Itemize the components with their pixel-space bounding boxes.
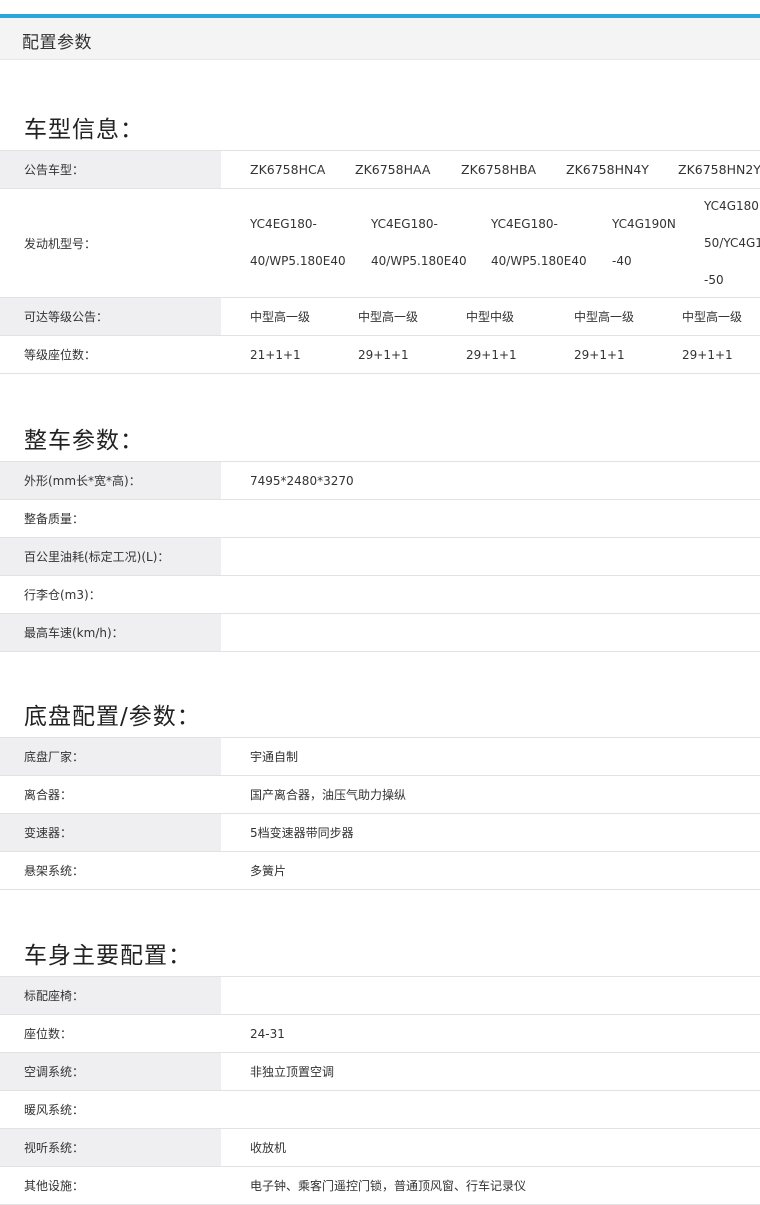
- spec-value: 多簧片: [250, 864, 287, 878]
- spec-row-grade-seats: 等级座位数： 21+1+1 29+1+1 29+1+1 29+1+1 29+1+…: [0, 336, 760, 374]
- spec-label: 外形(mm长*宽*高)：: [0, 462, 221, 499]
- spec-value: [250, 977, 760, 1014]
- spec-row: 底盘厂家： 宇通自制: [0, 738, 760, 776]
- spec-cell-line: YC4EG180-: [371, 217, 438, 231]
- spec-row: 其他设施： 电子钟、乘客门遥控门锁，普通顶风窗、行车记录仪: [0, 1167, 760, 1205]
- spec-value: [250, 576, 760, 613]
- spec-cell-line: 40/WP5.180E40: [371, 254, 467, 268]
- spec-label: 百公里油耗(标定工况)(L)：: [0, 538, 221, 575]
- spec-row-grade-announcement: 可达等级公告： 中型高一级 中型高一级 中型中级 中型高一级 中型高一级: [0, 298, 760, 336]
- spec-row-announced-model: 公告车型： ZK6758HCA ZK6758HAA ZK6758HBA ZK67…: [0, 151, 760, 189]
- spec-cell-line: 40/WP5.180E40: [250, 254, 346, 268]
- spec-row: 视听系统： 收放机: [0, 1129, 760, 1167]
- spec-cell-line: YC4G190N: [612, 217, 676, 231]
- spec-row: 空调系统： 非独立顶置空调: [0, 1053, 760, 1091]
- spec-label: 底盘厂家：: [0, 738, 221, 775]
- spec-label: 变速器：: [0, 814, 221, 851]
- spec-label: 可达等级公告：: [0, 298, 221, 335]
- spec-cell: ZK6758HCA: [250, 162, 326, 177]
- spec-label: 整备质量：: [24, 512, 85, 526]
- spec-label: 标配座椅：: [0, 977, 221, 1014]
- spec-label: 座位数：: [24, 1027, 73, 1041]
- spec-row: 座位数： 24-31: [0, 1015, 760, 1053]
- vehicle-params-table: 外形(mm长*宽*高)： 7495*2480*3270 整备质量： 百公里油耗(…: [0, 461, 760, 652]
- spec-label: 其他设施：: [24, 1179, 85, 1193]
- spec-label: 公告车型：: [0, 151, 221, 188]
- section-title-chassis: 底盘配置/参数：: [24, 704, 201, 730]
- spec-value: 宇通自制: [250, 750, 299, 764]
- chassis-table: 底盘厂家： 宇通自制 离合器： 国产离合器，油压气助力操纵 变速器： 5档变速器…: [0, 737, 760, 890]
- spec-cell-line: 50/YC4G1: [704, 235, 760, 250]
- spec-cell: 21+1+1: [250, 347, 301, 362]
- spec-value: 收放机: [250, 1141, 287, 1155]
- spec-cell: YC4G190N -40: [612, 189, 676, 297]
- spec-value: [250, 500, 760, 537]
- spec-label: 离合器：: [24, 788, 73, 802]
- spec-value: 24-31: [250, 1026, 285, 1041]
- spec-cell: 中型高一级: [250, 310, 311, 324]
- spec-cell-line: -50: [704, 272, 724, 287]
- spec-cell: 中型高一级: [358, 310, 419, 324]
- spec-cell: ZK6758HN4Y: [566, 162, 649, 177]
- spec-value: 5档变速器带同步器: [250, 826, 354, 840]
- spec-value: 非独立顶置空调: [250, 1065, 335, 1079]
- body-config-table: 标配座椅： 座位数： 24-31 空调系统： 非独立顶置空调 暖风系统： 视听系…: [0, 976, 760, 1205]
- spec-value: 电子钟、乘客门遥控门锁，普通顶风窗、行车记录仪: [250, 1179, 527, 1193]
- spec-cell: 29+1+1: [466, 347, 517, 362]
- spec-label: 行李仓(m3)：: [24, 588, 101, 602]
- spec-row: 行李仓(m3)：: [0, 576, 760, 614]
- spec-label: 空调系统：: [0, 1053, 221, 1090]
- spec-row: 悬架系统： 多簧片: [0, 852, 760, 890]
- spec-row: 百公里油耗(标定工况)(L)：: [0, 538, 760, 576]
- spec-cell-line: 40/WP5.180E40: [491, 254, 587, 268]
- spec-row: 外形(mm长*宽*高)： 7495*2480*3270: [0, 462, 760, 500]
- spec-cell: 29+1+1: [574, 347, 625, 362]
- spec-cell: 29+1+1: [682, 347, 733, 362]
- spec-cell: YC4EG180- 40/WP5.180E40: [250, 189, 346, 297]
- spec-value: [250, 538, 760, 575]
- spec-cell-line: -40: [612, 254, 632, 268]
- spec-row: 离合器： 国产离合器，油压气助力操纵: [0, 776, 760, 814]
- spec-cell: YC4G180N 50/YC4G1 -50: [704, 189, 760, 297]
- spec-cell: 中型高一级: [682, 310, 743, 324]
- spec-cell: YC4EG180- 40/WP5.180E40: [491, 189, 587, 297]
- spec-cell-line: YC4G180N: [704, 198, 760, 213]
- spec-row-engine-model: 发动机型号： YC4EG180- 40/WP5.180E40 YC4EG180-…: [0, 189, 760, 298]
- spec-cell: ZK6758HN2Y: [678, 162, 760, 177]
- spec-value: 国产离合器，油压气助力操纵: [250, 788, 407, 802]
- spec-value: 7495*2480*3270: [250, 473, 354, 488]
- spec-label: 暖风系统：: [24, 1103, 85, 1117]
- spec-label: 发动机型号：: [24, 236, 97, 251]
- spec-label: 等级座位数：: [24, 348, 97, 362]
- spec-cell: 中型中级: [466, 310, 515, 324]
- spec-cell: 中型高一级: [574, 310, 635, 324]
- spec-label: 悬架系统：: [24, 864, 85, 878]
- section-title-vehicle-params: 整车参数：: [24, 428, 144, 454]
- section-title-vehicle-info: 车型信息：: [24, 117, 144, 143]
- spec-cell-line: YC4EG180-: [250, 217, 317, 231]
- spec-cell-line: YC4EG180-: [491, 217, 558, 231]
- page-header: 配置参数: [0, 18, 760, 60]
- spec-label: 最高车速(km/h)：: [0, 614, 221, 651]
- vehicle-info-table: 公告车型： ZK6758HCA ZK6758HAA ZK6758HBA ZK67…: [0, 150, 760, 374]
- spec-row: 最高车速(km/h)：: [0, 614, 760, 652]
- spec-value: [250, 1091, 760, 1128]
- spec-cell: ZK6758HAA: [355, 162, 431, 177]
- spec-cell: YC4EG180- 40/WP5.180E40: [371, 189, 467, 297]
- spec-value: [250, 614, 760, 651]
- spec-row: 整备质量：: [0, 500, 760, 538]
- spec-row: 变速器： 5档变速器带同步器: [0, 814, 760, 852]
- spec-row: 暖风系统：: [0, 1091, 760, 1129]
- spec-cell: ZK6758HBA: [461, 162, 537, 177]
- section-title-body-config: 车身主要配置：: [24, 943, 192, 969]
- spec-cell: 29+1+1: [358, 347, 409, 362]
- page-title: 配置参数: [22, 33, 92, 53]
- spec-row: 标配座椅：: [0, 977, 760, 1015]
- spec-label: 视听系统：: [0, 1129, 221, 1166]
